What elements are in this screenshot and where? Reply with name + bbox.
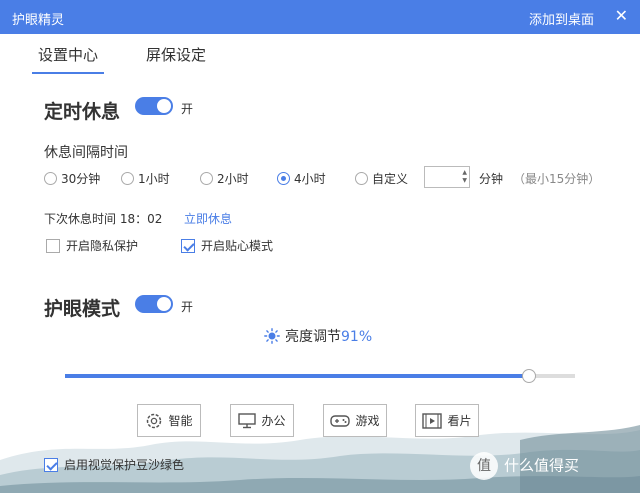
toggle-knob (157, 99, 171, 113)
radio-icon (200, 172, 213, 185)
mode-smart-button[interactable]: 智能 (137, 404, 201, 437)
interval-option-30min[interactable]: 30分钟 (44, 170, 100, 187)
brightness-value: 91% (341, 329, 373, 345)
timed-rest-toggle-label: 开 (181, 102, 194, 116)
timed-rest-title: 定时休息 (44, 101, 121, 123)
checkbox-checked-icon (181, 239, 195, 253)
tab-screensaver[interactable]: 屏保设定 (146, 44, 206, 65)
checkbox-icon (46, 239, 60, 253)
interval-option-1h[interactable]: 1小时 (121, 170, 170, 187)
brightness-slider-fill (65, 374, 530, 378)
brightness-slider-thumb[interactable] (522, 369, 537, 383)
privacy-protection-checkbox[interactable]: 开启隐私保护 (46, 237, 138, 254)
tab-settings-center[interactable]: 设置中心 (31, 44, 105, 74)
interval-label: 休息间隔时间 (44, 145, 128, 161)
radio-icon (121, 172, 134, 185)
title-bar: 护眼精灵 添加到桌面 ✕ (0, 0, 640, 34)
brightness-slider[interactable] (65, 369, 575, 383)
eye-mode-toggle[interactable] (135, 295, 173, 313)
mode-movie-button[interactable]: 看片 (415, 404, 479, 437)
interval-option-4h[interactable]: 4小时 (277, 170, 326, 187)
minimum-hint: （最小15分钟） (513, 172, 601, 186)
watermark-badge: 值 (470, 452, 498, 480)
interval-option-custom[interactable]: 自定义 (355, 170, 408, 187)
radio-icon (44, 172, 57, 185)
checkbox-checked-icon (44, 458, 58, 472)
spin-arrows-icon[interactable]: ▲ ▼ (462, 169, 467, 185)
timed-rest-toggle[interactable] (135, 97, 173, 115)
brightness-label: 亮度调节 (285, 329, 341, 345)
toggle-knob (157, 297, 171, 311)
brightness-row: 亮度调节91% (264, 326, 372, 346)
close-icon[interactable]: ✕ (615, 6, 628, 25)
watermark-text: 什么值得买 (504, 456, 580, 475)
gear-icon (147, 413, 162, 428)
custom-minutes-spinbox[interactable]: ▲ ▼ (424, 166, 470, 188)
bean-green-checkbox[interactable]: 启用视觉保护豆沙绿色 (44, 456, 184, 473)
interval-option-2h[interactable]: 2小时 (200, 170, 249, 187)
monitor-icon (238, 412, 257, 428)
minutes-unit: 分钟 (479, 172, 504, 186)
eye-mode-toggle-label: 开 (181, 300, 194, 314)
film-icon (422, 412, 443, 429)
next-rest-time: 下次休息时间 18：02 (44, 212, 163, 226)
radio-icon (355, 172, 368, 185)
mode-office-button[interactable]: 办公 (230, 404, 294, 437)
sun-icon (264, 328, 280, 344)
eye-mode-title: 护眼模式 (44, 298, 121, 320)
radio-checked-icon (277, 172, 290, 185)
tab-bar: 设置中心 屏保设定 (0, 34, 640, 74)
window-title: 护眼精灵 (12, 13, 65, 28)
gamepad-icon (330, 414, 351, 427)
rest-now-link[interactable]: 立即休息 (184, 210, 232, 227)
mode-game-button[interactable]: 游戏 (323, 404, 387, 437)
watermark: 值什么值得买 (470, 452, 579, 480)
caring-mode-checkbox[interactable]: 开启贴心模式 (181, 237, 273, 254)
add-to-desktop-link[interactable]: 添加到桌面 (529, 9, 594, 28)
